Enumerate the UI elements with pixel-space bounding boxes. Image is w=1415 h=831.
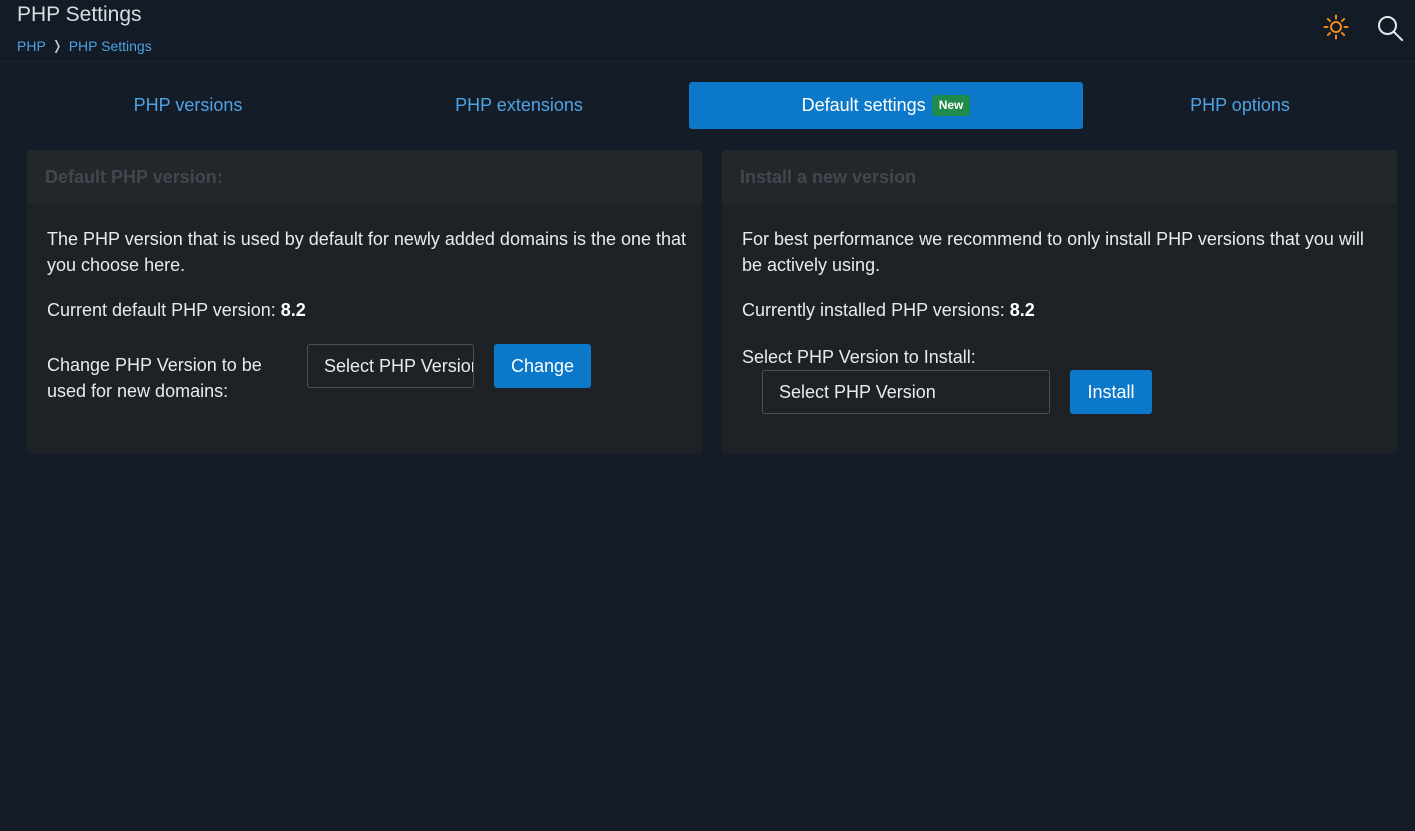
current-version-value: 8.2 bbox=[280, 300, 306, 320]
current-version-label: Current default PHP version: bbox=[47, 300, 281, 320]
current-default-version: Current default PHP version: 8.2 bbox=[47, 300, 306, 321]
tab-bar: PHP versions PHP extensions Default sett… bbox=[27, 82, 1397, 129]
installed-versions: Currently installed PHP versions: 8.2 bbox=[742, 300, 1035, 321]
new-badge: New bbox=[931, 95, 971, 116]
panel-description: For best performance we recommend to onl… bbox=[742, 229, 1364, 275]
tab-label: PHP options bbox=[1190, 95, 1290, 115]
change-button[interactable]: Change bbox=[494, 344, 591, 388]
tab-php-versions[interactable]: PHP versions bbox=[27, 82, 349, 129]
page-title: PHP Settings bbox=[17, 3, 142, 26]
breadcrumb-php-settings[interactable]: PHP Settings bbox=[69, 38, 152, 54]
tab-label: PHP versions bbox=[133, 95, 243, 115]
search-icon[interactable] bbox=[1376, 14, 1404, 42]
breadcrumb: PHP ❭ PHP Settings bbox=[17, 38, 152, 54]
install-version-select[interactable]: Select PHP Version bbox=[762, 370, 1050, 414]
default-php-panel: Default PHP version: The PHP version tha… bbox=[27, 150, 702, 454]
chevron-right-icon: ❭ bbox=[51, 38, 63, 53]
install-select-label: Select PHP Version to Install: bbox=[742, 347, 976, 367]
sun-icon[interactable] bbox=[1323, 14, 1349, 40]
panel-title: Default PHP version: bbox=[27, 150, 702, 204]
installed-versions-label: Currently installed PHP versions: bbox=[742, 300, 1010, 320]
tab-php-extensions[interactable]: PHP extensions bbox=[359, 82, 679, 129]
install-button[interactable]: Install bbox=[1070, 370, 1152, 414]
breadcrumb-php[interactable]: PHP bbox=[17, 38, 46, 54]
panel-description: The PHP version that is used by default … bbox=[47, 229, 687, 275]
installed-versions-value: 8.2 bbox=[1009, 300, 1035, 320]
php-version-select[interactable]: Select PHP Version bbox=[307, 344, 474, 388]
panel-title: Install a new version bbox=[722, 150, 1397, 204]
top-header: PHP Settings PHP ❭ PHP Settings bbox=[0, 0, 1415, 62]
tab-label: Default settings bbox=[801, 95, 926, 115]
change-version-label: Change PHP Version to be used for new do… bbox=[47, 355, 262, 401]
install-version-panel: Install a new version For best performan… bbox=[722, 150, 1397, 454]
tab-default-settings[interactable]: Default settings New bbox=[689, 82, 1083, 129]
tab-label: PHP extensions bbox=[455, 95, 583, 115]
tab-php-options[interactable]: PHP options bbox=[1093, 82, 1387, 129]
